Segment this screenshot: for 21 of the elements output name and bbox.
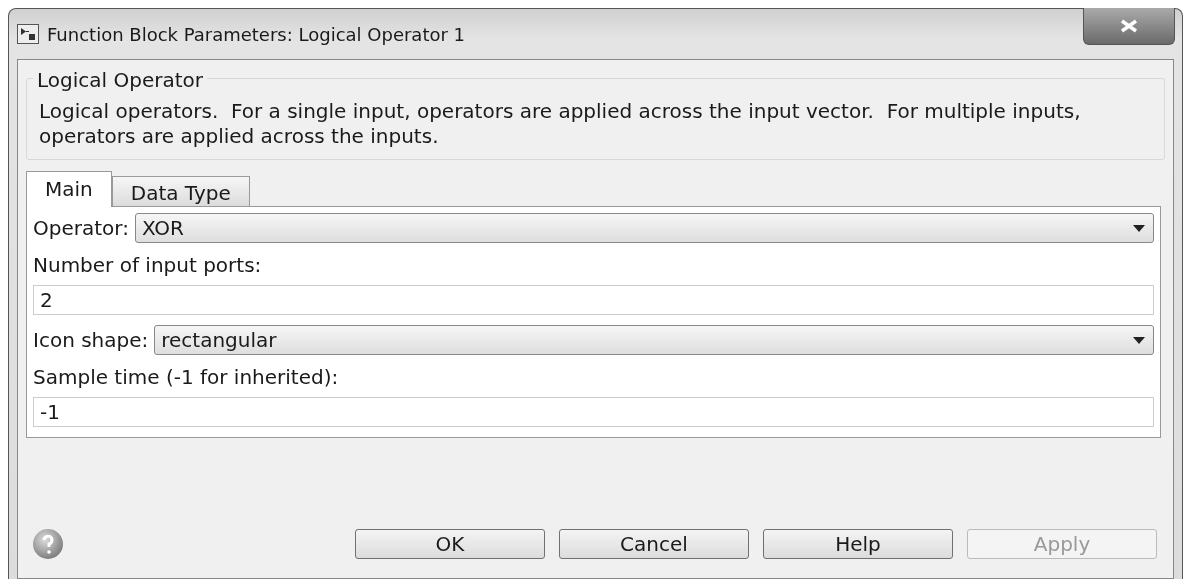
dropdown[interactable]: XOR [134, 213, 1154, 243]
caret-icon [1133, 224, 1145, 232]
caret-icon [1133, 336, 1145, 344]
tab[interactable]: Main [26, 171, 112, 207]
window-title: Function Block Parameters: Logical Operator 1 [47, 23, 466, 45]
input-field[interactable]: -1 [33, 397, 1154, 427]
tab[interactable]: Data Type [111, 176, 250, 206]
dropdown[interactable]: rectangular [154, 325, 1154, 355]
close-button[interactable] [1083, 8, 1175, 45]
input-field[interactable]: 2 [33, 285, 1154, 315]
block-icon [17, 24, 39, 44]
description: Logical operators. For a single input, operators are applied across the input vector. For multiple inputs, operators are applied across the inputs. [39, 99, 1082, 149]
field-label: Operator: [33, 216, 129, 240]
field-label: Icon shape: [33, 328, 149, 352]
field-label: Number of input ports: [33, 253, 263, 277]
help-icon[interactable] [32, 528, 64, 560]
field-label: Sample time (-1 for inherited): [33, 365, 340, 389]
close-icon [1118, 19, 1140, 33]
dialog-button[interactable]: OK [355, 529, 545, 559]
dialog-button[interactable]: Help [763, 529, 953, 559]
dialog-button[interactable]: Cancel [559, 529, 749, 559]
